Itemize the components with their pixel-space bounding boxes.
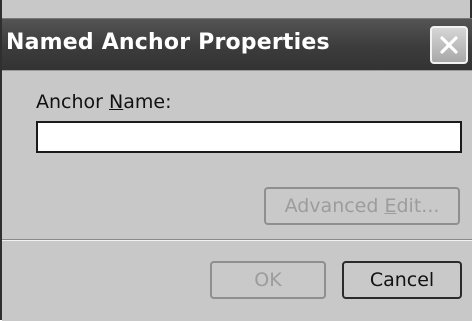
dialog-body: Anchor Name: Advanced Edit... OK Cancel: [2, 70, 472, 321]
dialog-title: Named Anchor Properties: [6, 30, 330, 55]
named-anchor-dialog: Named Anchor Properties Anchor Name: Adv…: [0, 0, 472, 321]
accelerator-key: E: [384, 195, 397, 217]
ok-button[interactable]: OK: [210, 261, 326, 299]
advanced-edit-button[interactable]: Advanced Edit...: [264, 187, 460, 225]
title-bar: Named Anchor Properties: [2, 18, 472, 70]
accelerator-key: N: [109, 91, 124, 113]
close-button[interactable]: [430, 26, 468, 64]
anchor-name-input[interactable]: [36, 121, 462, 153]
close-icon: [440, 36, 458, 54]
cancel-button[interactable]: Cancel: [342, 261, 462, 299]
divider: [2, 239, 472, 241]
anchor-name-label: Anchor Name:: [36, 91, 172, 113]
